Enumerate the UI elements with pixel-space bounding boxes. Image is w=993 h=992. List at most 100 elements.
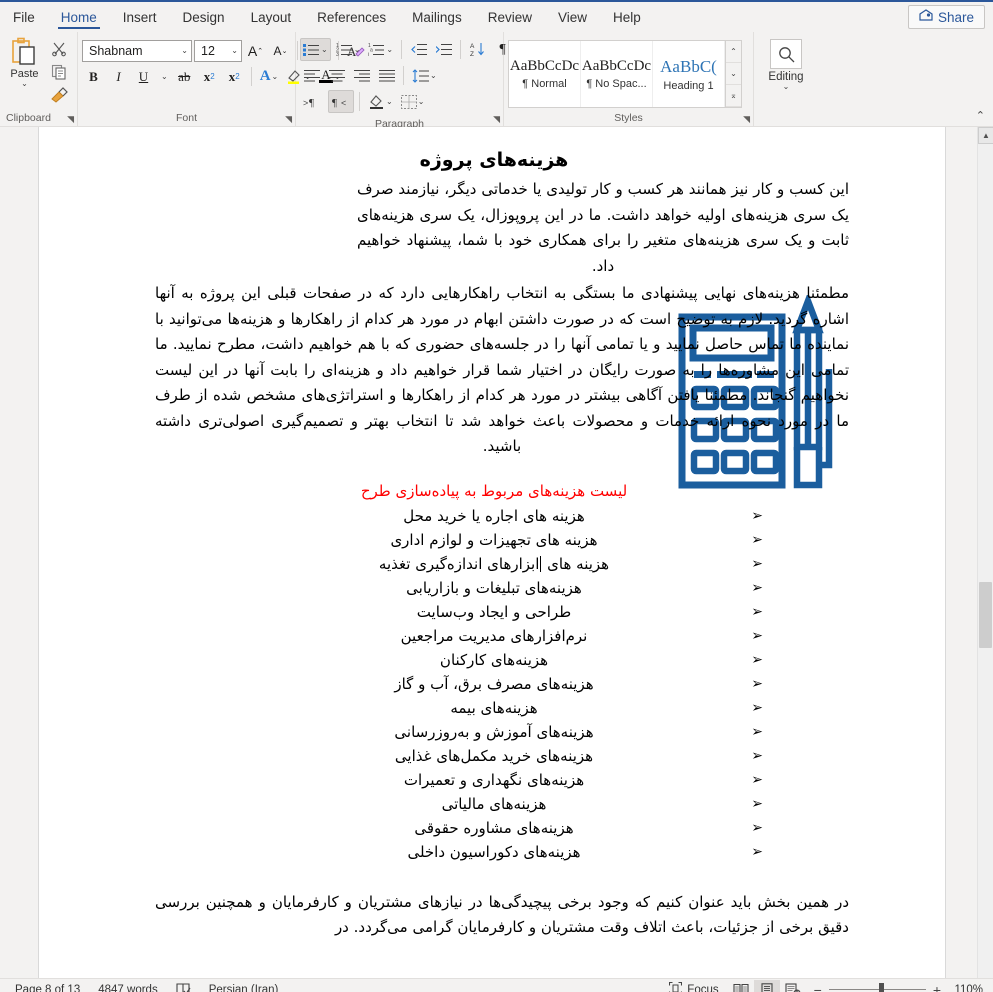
language-indicator[interactable]: Persian (Iran) xyxy=(200,984,288,992)
sort-icon[interactable]: AZ xyxy=(466,38,489,61)
line-spacing-icon[interactable]: ⌄ xyxy=(409,64,440,87)
style-normal[interactable]: AaBbCcDc ¶ Normal xyxy=(509,41,581,107)
list-item-label: طراحی و ایجاد وب‌سایت xyxy=(416,602,572,621)
increase-indent-icon[interactable] xyxy=(432,38,455,61)
list-item[interactable]: ➢ هزینه‌های بیمه xyxy=(139,696,849,720)
more-styles-icon[interactable]: ⌅ xyxy=(726,85,741,107)
list-item-label: هزینه‌های کارکنان xyxy=(439,650,549,669)
bullet-list-icon[interactable]: ⌄ xyxy=(300,38,331,61)
align-left-icon[interactable] xyxy=(300,64,323,87)
style-no-spacing[interactable]: AaBbCcDc ¶ No Spac... xyxy=(581,41,653,107)
bullet-glyph: ➢ xyxy=(751,771,763,788)
chevron-down-icon[interactable]: ⌄ xyxy=(21,80,28,88)
tab-view[interactable]: View xyxy=(545,2,600,32)
list-item-with-caret[interactable]: ➢ هزینه های ابزارهای اندازه‌گیری تغذیه xyxy=(139,552,849,576)
list-item-label: نرم‌افزارهای مدیریت مراجعین xyxy=(400,626,588,645)
superscript-button[interactable]: x2 xyxy=(223,65,246,88)
clipboard-small-buttons xyxy=(45,35,73,107)
zoom-thumb[interactable] xyxy=(878,983,884,992)
list-item[interactable]: ➢ طراحی و ایجاد وب‌سایت xyxy=(139,600,849,624)
zoom-slider[interactable]: − + xyxy=(806,983,949,992)
strikethrough-button[interactable]: ab xyxy=(173,65,196,88)
svg-text:<: < xyxy=(341,98,346,108)
list-item[interactable]: ➢ هزینه‌های کارکنان xyxy=(139,648,849,672)
group-label-editing xyxy=(758,110,830,126)
zoom-level-label[interactable]: 110% xyxy=(949,984,987,992)
collapse-ribbon-icon[interactable]: ⌃ xyxy=(976,109,985,122)
scroll-up-icon[interactable]: ⌃ xyxy=(726,41,741,63)
paste-button[interactable]: Paste ⌄ xyxy=(4,35,45,88)
print-layout-icon[interactable] xyxy=(753,979,780,992)
scrollbar-thumb[interactable] xyxy=(979,582,992,648)
shading-icon[interactable]: ⌄ xyxy=(365,90,396,113)
underline-chevron-down-icon[interactable]: ⌄ xyxy=(157,65,171,88)
zoom-out-button[interactable]: − xyxy=(814,983,822,992)
copy-icon[interactable] xyxy=(48,61,70,82)
list-item[interactable]: ➢ هزینه‌های مصرف برق، آب و گاز xyxy=(139,672,849,696)
web-layout-icon[interactable] xyxy=(780,980,806,992)
paragraph-row-2: ⌄ xyxy=(300,64,440,87)
scroll-up-icon[interactable]: ▲ xyxy=(978,127,993,144)
text-effects-button[interactable]: A ⌄ xyxy=(257,65,282,88)
shrink-font-icon[interactable]: A ⌄ xyxy=(269,39,292,62)
clipboard-dialog-launcher[interactable]: ◥ xyxy=(67,114,74,125)
font-dialog-launcher[interactable]: ◥ xyxy=(285,114,292,125)
scissors-icon[interactable] xyxy=(48,38,70,59)
focus-mode-button[interactable]: Focus xyxy=(660,981,727,992)
subscript-button[interactable]: x2 xyxy=(198,65,221,88)
word-count[interactable]: 4847 words xyxy=(89,984,166,992)
scroll-down-icon[interactable]: ⌄ xyxy=(726,63,741,85)
list-item[interactable]: ➢ هزینه‌های نگهداری و تعمیرات xyxy=(139,768,849,792)
proofing-errors-icon[interactable] xyxy=(167,982,200,992)
zoom-track[interactable] xyxy=(828,983,926,992)
list-item[interactable]: ➢ هزینه‌های خرید مکمل‌های غذایی xyxy=(139,744,849,768)
page-indicator[interactable]: Page 8 of 13 xyxy=(6,984,89,992)
bold-button[interactable]: B xyxy=(82,65,105,88)
editing-button[interactable]: Editing ⌄ xyxy=(758,35,814,91)
underline-button[interactable]: U xyxy=(132,65,155,88)
list-item[interactable]: ➢ هزینه‌های آموزش و به‌روزرسانی xyxy=(139,720,849,744)
right-to-left-icon[interactable]: ¶ < xyxy=(328,90,354,113)
tab-file[interactable]: File xyxy=(0,2,48,32)
list-item[interactable]: ➢ نرم‌افزارهای مدیریت مراجعین xyxy=(139,624,849,648)
list-item[interactable]: ➢ هزینه‌های مالیاتی xyxy=(139,792,849,816)
multilevel-list-icon[interactable]: 1ai ⌄ xyxy=(365,38,396,61)
tab-layout[interactable]: Layout xyxy=(238,2,305,32)
grow-font-icon[interactable]: A ⌃ xyxy=(244,39,267,62)
tab-home[interactable]: Home xyxy=(48,2,110,32)
share-button[interactable]: Share xyxy=(907,5,985,29)
tab-insert[interactable]: Insert xyxy=(110,2,170,32)
tab-design[interactable]: Design xyxy=(170,2,238,32)
decrease-indent-icon[interactable] xyxy=(407,38,430,61)
chevron-down-icon[interactable]: ⌄ xyxy=(783,83,790,91)
align-center-icon[interactable] xyxy=(325,64,348,87)
vertical-scrollbar[interactable]: ▲ xyxy=(977,127,993,978)
left-to-right-icon[interactable]: > ¶ xyxy=(300,90,326,113)
font-name-combo[interactable]: Shabnam ⌄ xyxy=(82,39,192,62)
zoom-in-button[interactable]: + xyxy=(933,983,941,992)
borders-icon[interactable]: ⌄ xyxy=(398,90,428,113)
read-mode-icon[interactable] xyxy=(728,980,754,992)
document-page[interactable]: هزینه‌های پروژه این کسب و کار نیز همانند… xyxy=(38,127,946,978)
font-size-combo[interactable]: 12 ⌄ xyxy=(194,39,242,62)
tab-review[interactable]: Review xyxy=(475,2,545,32)
format-painter-icon[interactable] xyxy=(48,85,70,106)
tab-mailings[interactable]: Mailings xyxy=(399,2,475,32)
list-item[interactable]: ➢ هزینه‌های تبلیغات و بازاریابی xyxy=(139,576,849,600)
tab-references[interactable]: References xyxy=(304,2,399,32)
search-icon xyxy=(770,39,802,69)
list-item[interactable]: ➢ هزینه های اجاره یا خرید محل xyxy=(139,504,849,528)
paragraph-dialog-launcher[interactable]: ◥ xyxy=(493,114,500,125)
style-heading-1[interactable]: AaBbC( Heading 1 xyxy=(653,41,725,107)
numbered-list-icon[interactable]: 123 ⌄ xyxy=(333,38,364,61)
styles-dialog-launcher[interactable]: ◥ xyxy=(743,114,750,125)
italic-button[interactable]: I xyxy=(107,65,130,88)
list-item[interactable]: ➢ هزینه‌های دکوراسیون داخلی xyxy=(139,840,849,864)
style-name: ¶ Normal xyxy=(522,78,567,90)
list-item[interactable]: ➢ هزینه های تجهیزات و لوازم اداری xyxy=(139,528,849,552)
list-item[interactable]: ➢ هزینه‌های مشاوره حقوقی xyxy=(139,816,849,840)
document-area: هزینه‌های پروژه این کسب و کار نیز همانند… xyxy=(0,127,993,978)
justify-icon[interactable] xyxy=(375,64,398,87)
align-right-icon[interactable] xyxy=(350,64,373,87)
tab-help[interactable]: Help xyxy=(600,2,654,32)
